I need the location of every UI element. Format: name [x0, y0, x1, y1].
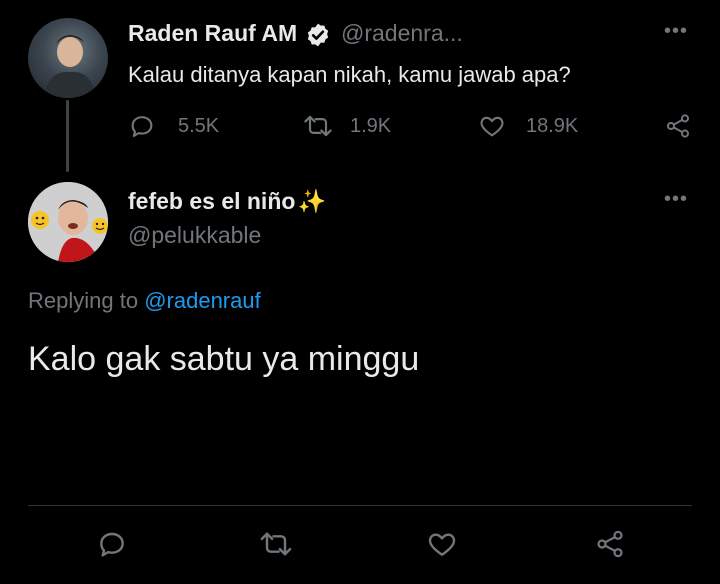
share-icon — [597, 530, 623, 558]
parent-handle[interactable]: @radenra... — [341, 20, 463, 47]
reply-icon — [131, 116, 153, 137]
retweet-button[interactable] — [258, 528, 294, 565]
replying-prefix: Replying to — [28, 288, 139, 313]
avatar-photo-icon — [28, 182, 108, 262]
share-button[interactable] — [664, 112, 692, 140]
verified-badge-icon — [305, 22, 331, 53]
avatar-photo-icon — [44, 35, 96, 98]
retweet-icon — [304, 115, 332, 137]
retweet-icon — [260, 532, 292, 556]
like-count: 18.9K — [526, 114, 579, 137]
replying-to-line: Replying to @radenrauf — [28, 288, 261, 314]
heart-icon — [428, 533, 456, 556]
reply-tweet-text: Kalo gak sabtu ya minggu — [28, 340, 420, 378]
reply-count: 5.5K — [178, 114, 220, 137]
reply-display-name[interactable]: fefeb es el niño✨ — [128, 188, 326, 215]
reply-avatar[interactable] — [28, 182, 108, 262]
share-button[interactable] — [594, 528, 626, 565]
reply-button[interactable] — [96, 528, 128, 565]
divider — [28, 505, 692, 506]
retweet-button[interactable]: 1.9K — [302, 112, 391, 140]
like-button[interactable] — [426, 528, 458, 565]
more-icon[interactable]: ••• — [664, 188, 688, 211]
mention-link[interactable]: @radenrauf — [144, 288, 261, 313]
like-button[interactable]: 18.9K — [478, 112, 578, 140]
parent-tweet-text: Kalau ditanya kapan nikah, kamu jawab ap… — [128, 62, 571, 87]
reply-button[interactable]: 5.5K — [128, 112, 219, 140]
sparkles-emoji: ✨ — [297, 188, 327, 214]
tweet-screenshot: Raden Rauf AM @radenra... ••• Kalau dita… — [0, 0, 720, 584]
reply-icon — [100, 532, 124, 557]
more-icon[interactable]: ••• — [664, 20, 688, 43]
parent-display-name[interactable]: Raden Rauf AM — [128, 20, 297, 47]
heart-icon — [480, 116, 504, 137]
thread-connector — [66, 100, 69, 172]
share-icon — [666, 114, 690, 138]
parent-avatar[interactable] — [28, 18, 108, 98]
reply-handle[interactable]: @pelukkable — [128, 222, 261, 249]
reply-name-text: fefeb es el niño — [128, 188, 296, 214]
retweet-count: 1.9K — [350, 114, 392, 137]
